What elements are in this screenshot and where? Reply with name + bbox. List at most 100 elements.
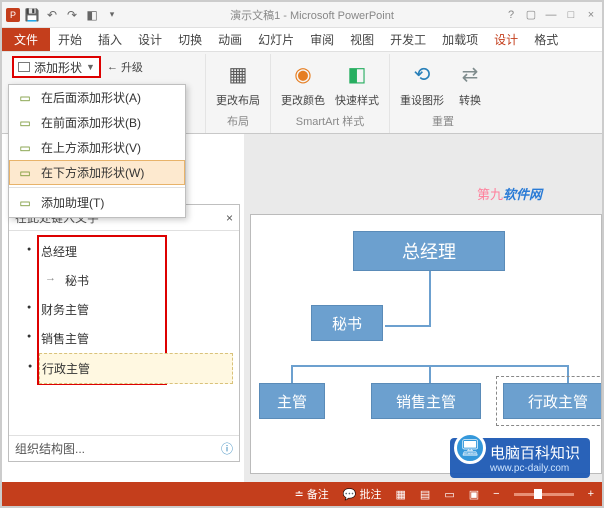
menu-add-above[interactable]: ▭ 在上方添加形状(V)	[9, 135, 185, 160]
tab-format[interactable]: 格式	[526, 28, 566, 51]
window-controls: ? ▢ — □ ×	[504, 8, 598, 22]
shape-icon	[18, 62, 30, 72]
quick-access-toolbar: P 💾 ↶ ↷ ◧ ▾	[6, 7, 120, 23]
zoom-in-icon[interactable]: +	[588, 488, 594, 500]
brand-overlay: 🖥 电脑百科知识 www.pc-daily.com	[450, 438, 590, 478]
shape-after-icon: ▭	[17, 90, 33, 106]
promote-arrow-icon: ←	[107, 61, 118, 73]
menu-add-below[interactable]: ▭ 在下方添加形状(W)	[9, 160, 185, 185]
quick-style-button[interactable]: ◧ 快速样式	[331, 56, 383, 110]
menu-add-assistant[interactable]: ▭ 添加助理(T)	[9, 190, 185, 215]
assistant-icon: ▭	[17, 195, 33, 211]
menu-add-before[interactable]: ▭ 在前面添加形状(B)	[9, 110, 185, 135]
help-icon[interactable]: ?	[504, 8, 518, 22]
tab-design[interactable]: 设计	[130, 28, 170, 51]
list-item[interactable]: 秘书	[39, 266, 233, 295]
list-item-selected[interactable]: 行政主管	[39, 353, 233, 384]
slide[interactable]: 总经理 秘书 主管 销售主管 行政主管	[250, 214, 602, 474]
comments-button[interactable]: 💬 批注	[343, 486, 382, 502]
org-node-asst[interactable]: 秘书	[311, 305, 383, 341]
shape-above-icon: ▭	[17, 140, 33, 156]
qat-more-icon[interactable]: ▾	[104, 7, 120, 23]
touch-icon[interactable]: ◧	[84, 7, 100, 23]
shape-below-icon: ▭	[17, 165, 33, 181]
add-shape-label: 添加形状	[34, 59, 82, 76]
menu-label: 添加助理(T)	[41, 194, 104, 211]
ribbon-collapse-icon[interactable]: ▢	[524, 8, 538, 22]
connector	[385, 325, 431, 327]
shape-before-icon: ▭	[17, 115, 33, 131]
tab-developer[interactable]: 开发工	[382, 28, 434, 51]
org-node-root[interactable]: 总经理	[353, 231, 505, 271]
outline-list: 总经理 秘书 财务主管 销售主管 行政主管	[15, 237, 233, 384]
menu-label: 在下方添加形状(W)	[41, 164, 144, 181]
ribbon-group-reset: ⟲ 重设图形 ⇄ 转换 重置	[390, 54, 496, 133]
org-node-c1[interactable]: 主管	[259, 383, 325, 419]
org-node-c3-selected[interactable]: 行政主管	[503, 383, 602, 419]
notes-button[interactable]: ≐ 备注	[294, 486, 328, 502]
menu-label: 在前面添加形状(B)	[41, 114, 141, 131]
connector	[291, 365, 293, 385]
tab-addins[interactable]: 加载项	[434, 28, 486, 51]
change-color-button[interactable]: ◉ 更改颜色	[277, 56, 329, 110]
connector	[429, 267, 431, 327]
tab-animations[interactable]: 动画	[210, 28, 250, 51]
view-slideshow-icon[interactable]: ▣	[469, 488, 479, 501]
tab-home[interactable]: 开始	[50, 28, 90, 51]
view-sorter-icon[interactable]: ▤	[420, 488, 430, 501]
brand-icon: 🖥	[454, 432, 486, 464]
tab-slideshow[interactable]: 幻灯片	[250, 28, 302, 51]
group-label-layout: 布局	[227, 113, 249, 131]
convert-button[interactable]: ⇄ 转换	[450, 56, 490, 110]
zoom-slider[interactable]	[514, 493, 574, 496]
tab-smartart-design[interactable]: 设计	[486, 28, 526, 51]
slide-canvas[interactable]: 第九软件网 总经理 秘书 主管 销售主管 行政主管	[244, 134, 602, 482]
minimize-icon[interactable]: —	[544, 8, 558, 22]
tab-insert[interactable]: 插入	[90, 28, 130, 51]
zoom-out-icon[interactable]: −	[493, 488, 499, 500]
tab-transitions[interactable]: 切换	[170, 28, 210, 51]
change-layout-button[interactable]: ▦ 更改布局	[212, 56, 264, 110]
org-node-c2[interactable]: 销售主管	[371, 383, 481, 419]
status-bar: ≐ 备注 💬 批注 ▦ ▤ ▭ ▣ − +	[2, 482, 602, 506]
group-label-reset: 重置	[432, 113, 454, 131]
layout-name: 组织结构图...	[15, 440, 85, 457]
reset-graphic-button[interactable]: ⟲ 重设图形	[396, 56, 448, 110]
save-icon[interactable]: 💾	[24, 7, 40, 23]
text-pane-body[interactable]: 总经理 秘书 财务主管 销售主管 行政主管	[9, 231, 239, 435]
convert-icon: ⇄	[454, 58, 486, 90]
add-shape-button[interactable]: 添加形状 ▼	[12, 56, 101, 78]
info-icon[interactable]: ⓘ	[221, 440, 233, 457]
watermark: 第九软件网	[477, 184, 542, 203]
tab-file[interactable]: 文件	[2, 28, 50, 51]
view-normal-icon[interactable]: ▦	[396, 488, 406, 501]
chevron-down-icon: ▼	[86, 62, 95, 72]
text-pane-close-icon[interactable]: ×	[226, 211, 233, 225]
menu-label: 在上方添加形状(V)	[41, 139, 141, 156]
window-title: 演示文稿1 - Microsoft PowerPoint	[120, 7, 504, 23]
style-icon: ◧	[341, 58, 373, 90]
brand-sub: www.pc-daily.com	[490, 463, 580, 474]
color-icon: ◉	[287, 58, 319, 90]
list-item[interactable]: 销售主管	[39, 324, 233, 353]
view-reading-icon[interactable]: ▭	[444, 488, 454, 501]
menu-add-after[interactable]: ▭ 在后面添加形状(A)	[9, 85, 185, 110]
tab-view[interactable]: 视图	[342, 28, 382, 51]
list-item[interactable]: 财务主管	[39, 295, 233, 324]
undo-icon[interactable]: ↶	[44, 7, 60, 23]
redo-icon[interactable]: ↷	[64, 7, 80, 23]
tab-review[interactable]: 审阅	[302, 28, 342, 51]
ribbon-group-layout: ▦ 更改布局 布局	[206, 54, 271, 133]
promote-label: 升级	[121, 59, 143, 75]
zoom-thumb[interactable]	[534, 489, 542, 499]
group-label-smartart: SmartArt 样式	[296, 113, 364, 131]
maximize-icon[interactable]: □	[564, 8, 578, 22]
brand-title: 电脑百科知识	[490, 445, 580, 462]
menu-label: 在后面添加形状(A)	[41, 89, 141, 106]
promote-button[interactable]: ← 升级	[103, 57, 147, 77]
connector	[567, 365, 569, 385]
close-icon[interactable]: ×	[584, 8, 598, 22]
list-item[interactable]: 总经理	[39, 237, 233, 266]
layout-icon: ▦	[222, 58, 254, 90]
title-bar: P 💾 ↶ ↷ ◧ ▾ 演示文稿1 - Microsoft PowerPoint…	[2, 2, 602, 28]
